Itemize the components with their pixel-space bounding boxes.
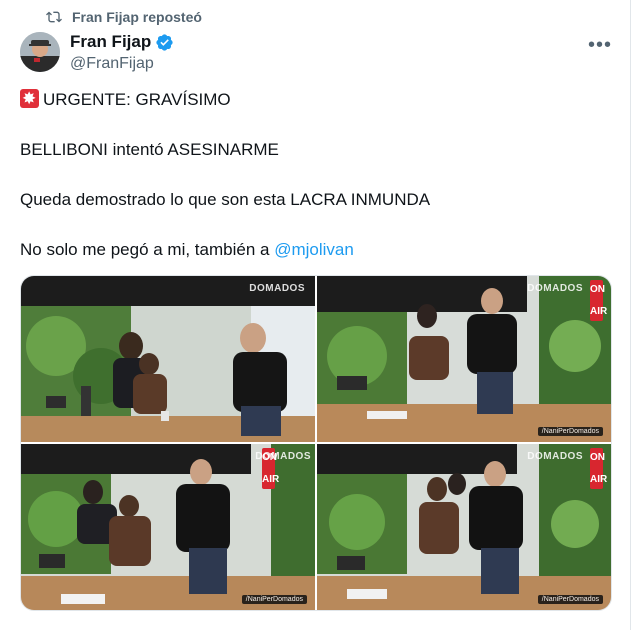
- watermark-tag: /NaniPerDomados: [537, 595, 603, 604]
- photo-4-scene: [317, 444, 611, 610]
- watermark: DOMADOS: [527, 283, 583, 294]
- repost-label[interactable]: Fran Fijap reposteó: [72, 9, 202, 25]
- tweet-line-1: URGENTE: GRAVÍSIMO: [20, 87, 231, 112]
- mention-link[interactable]: @mjolivan: [274, 240, 354, 259]
- tweet-line-4: No solo me pegó a mi, también a @mjoliva…: [20, 240, 354, 259]
- media-grid: DOMADOS ON AIR DOMADOS /NaniPerDomados O…: [20, 275, 612, 611]
- media-photo-2[interactable]: ON AIR DOMADOS /NaniPerDomados: [317, 276, 611, 442]
- media-photo-3[interactable]: ON AIR DOMADOS /NaniPerDomados: [21, 444, 315, 610]
- siren-emoji-icon: [20, 87, 39, 111]
- tweet-line-3: Queda demostrado lo que son esta LACRA I…: [20, 190, 431, 209]
- photo-2-scene: [317, 276, 611, 442]
- verified-badge-icon[interactable]: [155, 33, 174, 52]
- tweet-line-2: BELLIBONI intentó ASESINARME: [20, 140, 279, 159]
- more-options-icon[interactable]: •••: [588, 34, 612, 57]
- media-photo-4[interactable]: ON AIR DOMADOS /NaniPerDomados: [317, 444, 611, 610]
- author-handle[interactable]: @FranFijap: [70, 55, 174, 73]
- avatar[interactable]: [20, 32, 60, 72]
- repost-header: Fran Fijap reposteó: [46, 9, 202, 25]
- watermark: DOMADOS: [527, 451, 583, 462]
- author-block: Fran Fijap @FranFijap: [70, 32, 174, 73]
- on-air-sign: ON AIR: [590, 448, 607, 489]
- repost-icon: [46, 11, 62, 23]
- on-air-sign: ON AIR: [590, 280, 607, 321]
- watermark-tag: /NaniPerDomados: [241, 595, 307, 604]
- avatar-image: [20, 32, 60, 72]
- watermark: DOMADOS: [255, 451, 311, 462]
- watermark: DOMADOS: [249, 283, 305, 294]
- media-photo-1[interactable]: DOMADOS: [21, 276, 315, 442]
- watermark-tag: /NaniPerDomados: [537, 427, 603, 436]
- photo-1-scene: [21, 276, 315, 442]
- tweet-card[interactable]: Fran Fijap reposteó Fran Fijap @FranFija…: [0, 0, 631, 630]
- author-name[interactable]: Fran Fijap: [70, 32, 151, 52]
